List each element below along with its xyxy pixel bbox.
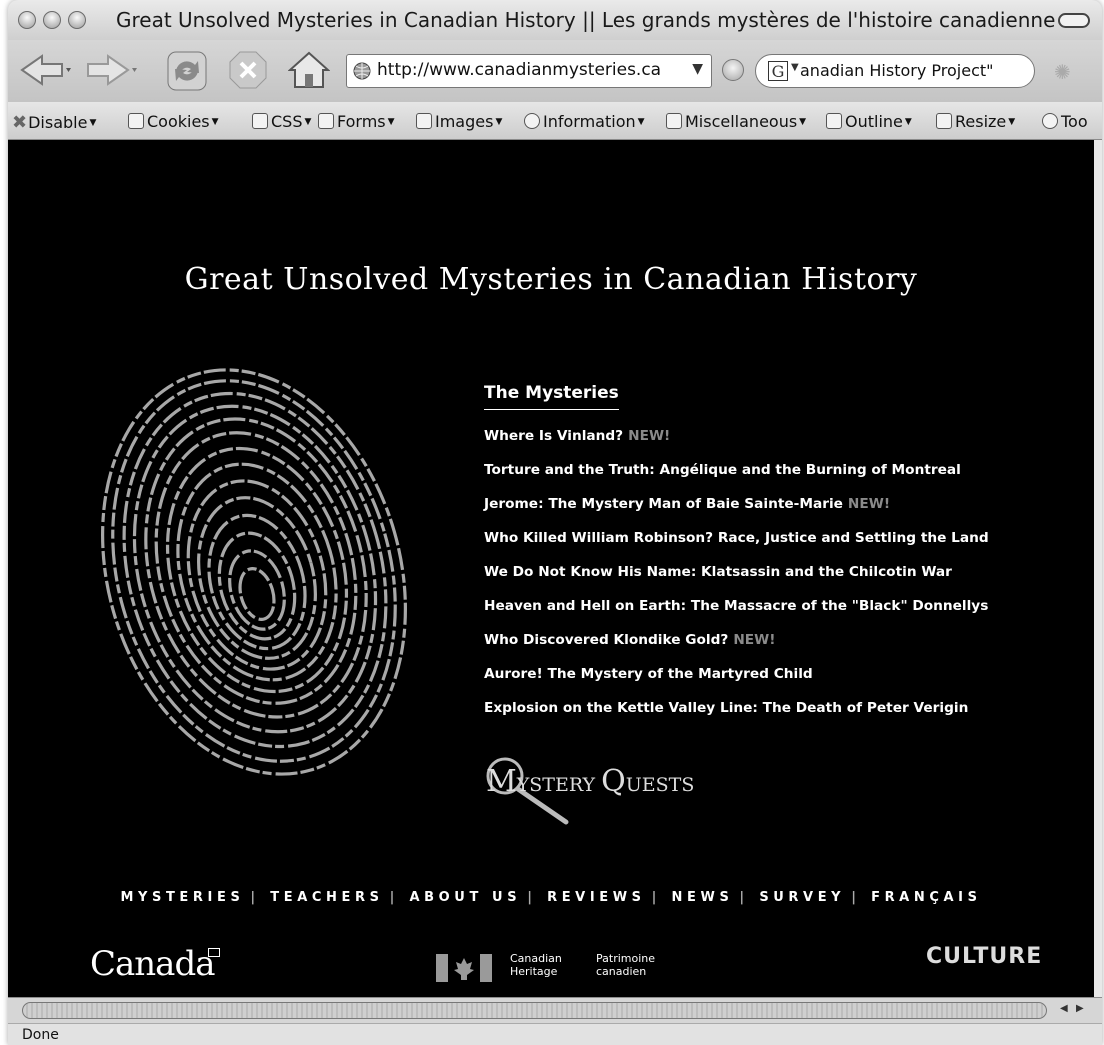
new-badge: NEW!: [628, 428, 671, 444]
window-title: Great Unsolved Mysteries in Canadian His…: [116, 8, 1056, 32]
mystery-quests-link[interactable]: MYSTERY QUESTS: [486, 764, 694, 799]
canada-wordmark-logo: Canada: [90, 944, 215, 984]
new-badge: NEW!: [847, 496, 891, 512]
url-bar[interactable]: http://www.canadianmysteries.ca ▼: [346, 54, 712, 88]
minimize-window-button[interactable]: [43, 11, 61, 29]
web-developer-toolbar: ✖Disable ▼ Cookies ▼ CSS ▼ Forms ▼ Images ▼ I…: [8, 102, 1102, 140]
toolbar-toggle-button[interactable]: [1058, 13, 1090, 28]
search-input[interactable]: G ▼ anadian History Project": [755, 54, 1035, 88]
footer-link-teachers[interactable]: TEACHERS: [270, 890, 383, 905]
mystery-link[interactable]: We Do Not Know His Name: Klatsassin and …: [484, 564, 989, 598]
mystery-link[interactable]: Who Discovered Klondike Gold? NEW!: [484, 632, 989, 666]
footer-link-reviews[interactable]: REVIEWS: [547, 890, 646, 905]
footer-link-survey[interactable]: SURVEY: [759, 890, 845, 905]
browser-window: Great Unsolved Mysteries in Canadian His…: [8, 0, 1102, 1045]
footer-link-news[interactable]: NEWS: [672, 890, 734, 905]
mysteries-heading: The Mysteries: [484, 383, 619, 410]
mystery-list: Where Is Vinland? NEW! Torture and the Tr…: [484, 428, 989, 734]
footer-link-mysteries[interactable]: MYSTERIES: [120, 890, 244, 905]
canada-flag-icon: [436, 954, 492, 982]
home-icon[interactable]: [288, 50, 330, 90]
devbar-item-information[interactable]: Information ▼: [524, 112, 645, 131]
go-icon[interactable]: [722, 59, 744, 81]
mystery-link[interactable]: Torture and the Truth: Angélique and the…: [484, 462, 989, 496]
canada-flag-icon: [208, 948, 220, 957]
scroll-right-arrow-icon[interactable]: ▶: [1076, 1003, 1084, 1014]
heritage-text-en: Canadian Heritage: [510, 952, 562, 978]
footer-link-about-us[interactable]: ABOUT US: [409, 890, 521, 905]
mystery-link[interactable]: Heaven and Hell on Earth: The Massacre o…: [484, 598, 989, 632]
close-window-button[interactable]: [18, 11, 36, 29]
devbar-item-miscellaneous[interactable]: Miscellaneous ▼: [666, 112, 806, 131]
devbar-item-resize[interactable]: Resize ▼: [936, 112, 1015, 131]
web-page: Great Unsolved Mysteries in Canadian His…: [8, 140, 1094, 997]
status-bar: Done: [8, 1023, 1102, 1045]
url-text: http://www.canadianmysteries.ca: [377, 60, 662, 80]
globe-icon: [353, 62, 371, 80]
title-bar: Great Unsolved Mysteries in Canadian His…: [8, 0, 1102, 40]
zoom-window-button[interactable]: [68, 11, 86, 29]
horizontal-scrollbar[interactable]: ◀ ▶: [8, 997, 1102, 1023]
devbar-item-cookies[interactable]: Cookies ▼: [128, 112, 219, 131]
page-title: Great Unsolved Mysteries in Canadian His…: [184, 262, 918, 297]
status-text: Done: [22, 1027, 59, 1043]
mystery-link[interactable]: Jerome: The Mystery Man of Baie Sainte-M…: [484, 496, 989, 530]
google-icon[interactable]: G: [768, 61, 788, 81]
devbar-item-css[interactable]: CSS ▼: [252, 112, 311, 131]
navigation-toolbar: http://www.canadianmysteries.ca ▼ G ▼ an…: [8, 40, 1102, 102]
scroll-left-arrow-icon[interactable]: ◀: [1060, 1003, 1068, 1014]
footer-nav: MYSTERIES | TEACHERS | ABOUT US | REVIEWS | …: [120, 890, 982, 905]
url-dropdown-icon[interactable]: ▼: [692, 61, 703, 77]
devbar-item-disable[interactable]: ✖Disable ▼: [12, 112, 96, 133]
loading-spinner-icon: ✺: [1054, 60, 1071, 84]
heritage-text-fr: Patrimoine canadien: [596, 952, 656, 978]
culture-logo: CULTURE: [926, 944, 1043, 969]
new-badge: NEW!: [733, 632, 776, 648]
mystery-link[interactable]: Explosion on the Kettle Valley Line: The…: [484, 700, 989, 734]
fingerprint-image: [101, 368, 407, 776]
vertical-scrollbar[interactable]: [1094, 140, 1102, 997]
horizontal-scrollbar-thumb[interactable]: [22, 1002, 1047, 1019]
reload-icon[interactable]: [166, 50, 210, 94]
search-value: anadian History Project": [800, 61, 994, 80]
search-engine-dropdown-icon[interactable]: ▼: [791, 62, 799, 73]
back-arrow-icon[interactable]: [16, 50, 76, 90]
devbar-item-images[interactable]: Images ▼: [416, 112, 502, 131]
devbar-item-tools[interactable]: Too: [1042, 112, 1088, 131]
mystery-link[interactable]: Aurore! The Mystery of the Martyred Chil…: [484, 666, 989, 700]
forward-arrow-icon[interactable]: [82, 50, 142, 90]
footer-link-francais[interactable]: FRANÇAIS: [871, 890, 981, 905]
mystery-link[interactable]: Who Killed William Robinson? Race, Justi…: [484, 530, 989, 564]
stop-icon[interactable]: [228, 50, 268, 90]
devbar-item-outline[interactable]: Outline ▼: [826, 112, 912, 131]
devbar-item-forms[interactable]: Forms ▼: [318, 112, 395, 131]
mystery-link[interactable]: Where Is Vinland? NEW!: [484, 428, 989, 462]
